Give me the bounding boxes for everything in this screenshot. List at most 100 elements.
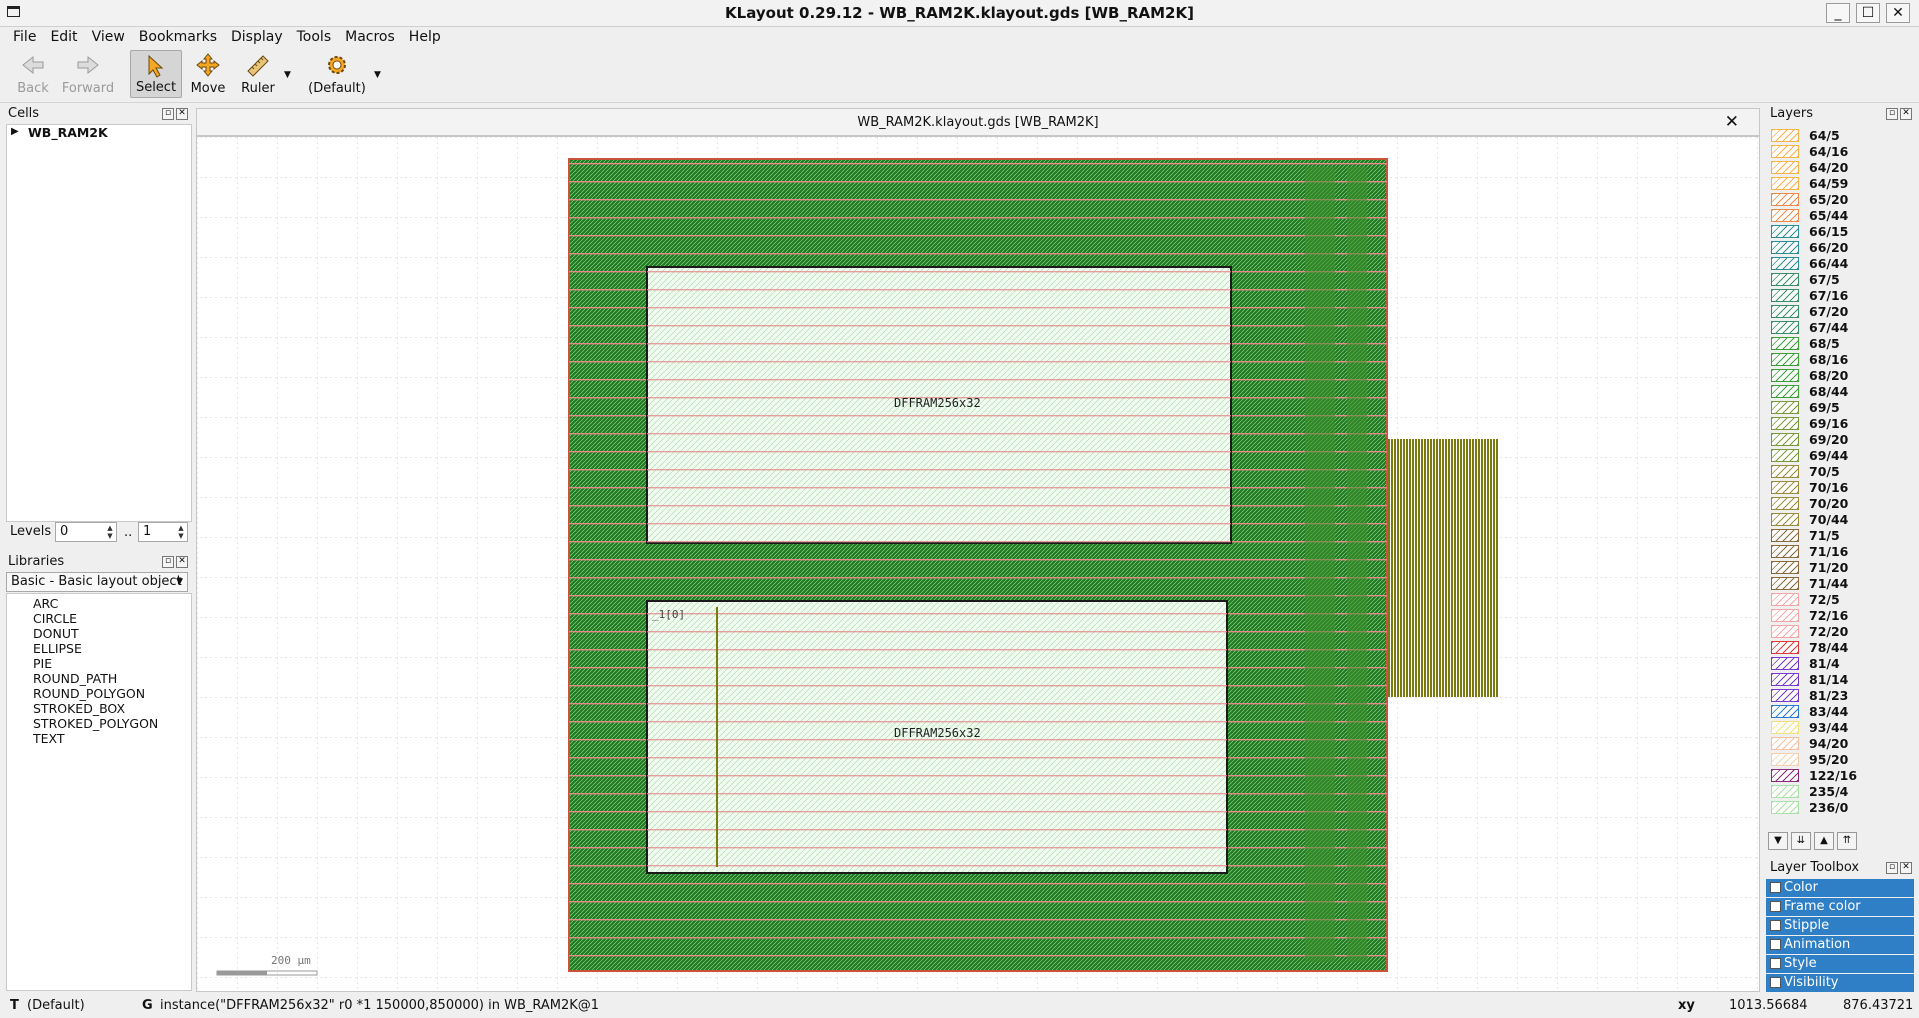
close-icon[interactable]: ✕ bbox=[1900, 108, 1912, 120]
levels-to-spinbox[interactable]: 1 ▲ ▼ bbox=[138, 522, 188, 542]
library-item[interactable]: CIRCLE bbox=[33, 611, 77, 626]
layer-item[interactable]: 71/20 bbox=[1769, 560, 1913, 576]
back-button[interactable]: Back bbox=[10, 50, 56, 98]
library-item[interactable]: STROKED_POLYGON bbox=[33, 716, 158, 731]
document-tab[interactable]: WB_RAM2K.klayout.gds [WB_RAM2K] ✕ bbox=[196, 108, 1760, 136]
layer-item[interactable]: 83/44 bbox=[1769, 704, 1913, 720]
library-select[interactable]: Basic - Basic layout object ▼ bbox=[6, 572, 188, 592]
layer-item[interactable]: 64/20 bbox=[1769, 160, 1913, 176]
layer-item[interactable]: 72/5 bbox=[1769, 592, 1913, 608]
layer-item[interactable]: 67/16 bbox=[1769, 288, 1913, 304]
layer-item[interactable]: 66/20 bbox=[1769, 240, 1913, 256]
layer-item[interactable]: 70/20 bbox=[1769, 496, 1913, 512]
layer-item[interactable]: 94/20 bbox=[1769, 736, 1913, 752]
layer-item[interactable]: 64/16 bbox=[1769, 144, 1913, 160]
close-icon[interactable]: ✕ bbox=[1900, 862, 1912, 874]
layer-item[interactable]: 78/44 bbox=[1769, 640, 1913, 656]
toolbox-animation[interactable]: Animation bbox=[1766, 936, 1914, 954]
layout-view[interactable]: DFFRAM256x32 DFFRAM256x32 _1[0] 200 µm bbox=[197, 137, 1759, 991]
menu-edit[interactable]: Edit bbox=[43, 26, 84, 45]
layer-item[interactable]: 68/16 bbox=[1769, 352, 1913, 368]
default-mode-button[interactable]: (Default) bbox=[306, 50, 368, 98]
layer-item[interactable]: 66/44 bbox=[1769, 256, 1913, 272]
ruler-dropdown-icon[interactable]: ▼ bbox=[284, 70, 291, 80]
float-icon[interactable]: ▫ bbox=[1886, 108, 1898, 120]
library-item[interactable]: ARC bbox=[33, 596, 58, 611]
cell-item-root[interactable]: WB_RAM2K bbox=[28, 125, 108, 140]
float-icon[interactable]: ▫ bbox=[162, 108, 174, 120]
menu-file[interactable]: File bbox=[0, 26, 43, 45]
layer-item[interactable]: 64/59 bbox=[1769, 176, 1913, 192]
layer-item[interactable]: 69/44 bbox=[1769, 448, 1913, 464]
cells-tree[interactable]: ▶ WB_RAM2K bbox=[6, 124, 192, 522]
layer-item[interactable]: 235/4 bbox=[1769, 784, 1913, 800]
layer-item[interactable]: 72/16 bbox=[1769, 608, 1913, 624]
layer-item[interactable]: 66/15 bbox=[1769, 224, 1913, 240]
library-item[interactable]: ROUND_PATH bbox=[33, 671, 117, 686]
layer-item[interactable]: 93/44 bbox=[1769, 720, 1913, 736]
move-down-icon[interactable]: ▼ bbox=[1768, 832, 1788, 850]
minimize-button[interactable]: _ bbox=[1826, 3, 1850, 23]
menu-help[interactable]: Help bbox=[402, 26, 448, 45]
maximize-button[interactable]: ☐ bbox=[1856, 3, 1880, 23]
library-item[interactable]: DONUT bbox=[33, 626, 79, 641]
forward-button[interactable]: Forward bbox=[60, 50, 116, 98]
layer-item[interactable]: 68/5 bbox=[1769, 336, 1913, 352]
move-bottom-icon[interactable]: ⇊ bbox=[1791, 832, 1811, 850]
layer-item[interactable]: 71/5 bbox=[1769, 528, 1913, 544]
layout-canvas[interactable]: DFFRAM256x32 DFFRAM256x32 _1[0] 200 µm bbox=[196, 136, 1760, 992]
menu-bookmarks[interactable]: Bookmarks bbox=[132, 26, 224, 45]
library-item[interactable]: STROKED_BOX bbox=[33, 701, 125, 716]
close-window-button[interactable]: ✕ bbox=[1886, 3, 1910, 23]
layer-item[interactable]: 236/0 bbox=[1769, 800, 1913, 816]
layer-item[interactable]: 68/44 bbox=[1769, 384, 1913, 400]
menu-macros[interactable]: Macros bbox=[338, 26, 402, 45]
close-icon[interactable]: ✕ bbox=[176, 108, 188, 120]
close-tab-icon[interactable]: ✕ bbox=[1725, 112, 1739, 132]
layer-item[interactable]: 70/5 bbox=[1769, 464, 1913, 480]
layer-item[interactable]: 67/20 bbox=[1769, 304, 1913, 320]
float-icon[interactable]: ▫ bbox=[1886, 862, 1898, 874]
layer-item[interactable]: 81/4 bbox=[1769, 656, 1913, 672]
float-icon[interactable]: ▫ bbox=[162, 556, 174, 568]
spin-arrows-icon[interactable]: ▲ ▼ bbox=[105, 524, 115, 540]
layer-item[interactable]: 67/44 bbox=[1769, 320, 1913, 336]
layer-item[interactable]: 70/16 bbox=[1769, 480, 1913, 496]
close-icon[interactable]: ✕ bbox=[176, 556, 188, 568]
spin-arrows-icon[interactable]: ▲ ▼ bbox=[176, 524, 186, 540]
toolbox-style[interactable]: Style bbox=[1766, 955, 1914, 973]
default-dropdown-icon[interactable]: ▼ bbox=[374, 70, 381, 80]
toolbox-color[interactable]: Color bbox=[1766, 879, 1914, 897]
ruler-tool-button[interactable]: Ruler bbox=[236, 50, 280, 98]
layer-item[interactable]: 72/20 bbox=[1769, 624, 1913, 640]
toolbox-frame-color[interactable]: Frame color bbox=[1766, 898, 1914, 916]
layer-item[interactable]: 69/20 bbox=[1769, 432, 1913, 448]
levels-from-spinbox[interactable]: 0 ▲ ▼ bbox=[55, 522, 117, 542]
move-up-icon[interactable]: ▲ bbox=[1814, 832, 1834, 850]
toolbox-visibility[interactable]: Visibility bbox=[1766, 974, 1914, 992]
layer-item[interactable]: 81/14 bbox=[1769, 672, 1913, 688]
layer-item[interactable]: 69/5 bbox=[1769, 400, 1913, 416]
layer-item[interactable]: 122/16 bbox=[1769, 768, 1913, 784]
menu-tools[interactable]: Tools bbox=[290, 26, 339, 45]
select-tool-button[interactable]: Select bbox=[130, 50, 182, 98]
move-top-icon[interactable]: ⇈ bbox=[1837, 832, 1857, 850]
layer-item[interactable]: 71/44 bbox=[1769, 576, 1913, 592]
menu-display[interactable]: Display bbox=[224, 26, 290, 45]
expand-arrow-icon[interactable]: ▶ bbox=[11, 126, 19, 137]
toolbox-stipple[interactable]: Stipple bbox=[1766, 917, 1914, 935]
move-tool-button[interactable]: Move bbox=[186, 50, 230, 98]
layer-item[interactable]: 81/23 bbox=[1769, 688, 1913, 704]
layer-item[interactable]: 70/44 bbox=[1769, 512, 1913, 528]
library-item[interactable]: ELLIPSE bbox=[33, 641, 82, 656]
library-item[interactable]: ROUND_POLYGON bbox=[33, 686, 145, 701]
library-item[interactable]: PIE bbox=[33, 656, 52, 671]
layer-item[interactable]: 65/44 bbox=[1769, 208, 1913, 224]
layer-item[interactable]: 71/16 bbox=[1769, 544, 1913, 560]
layer-item[interactable]: 68/20 bbox=[1769, 368, 1913, 384]
layer-item[interactable]: 69/16 bbox=[1769, 416, 1913, 432]
layer-item[interactable]: 95/20 bbox=[1769, 752, 1913, 768]
layer-item[interactable]: 64/5 bbox=[1769, 128, 1913, 144]
menu-view[interactable]: View bbox=[85, 26, 132, 45]
library-item[interactable]: TEXT bbox=[33, 731, 65, 746]
